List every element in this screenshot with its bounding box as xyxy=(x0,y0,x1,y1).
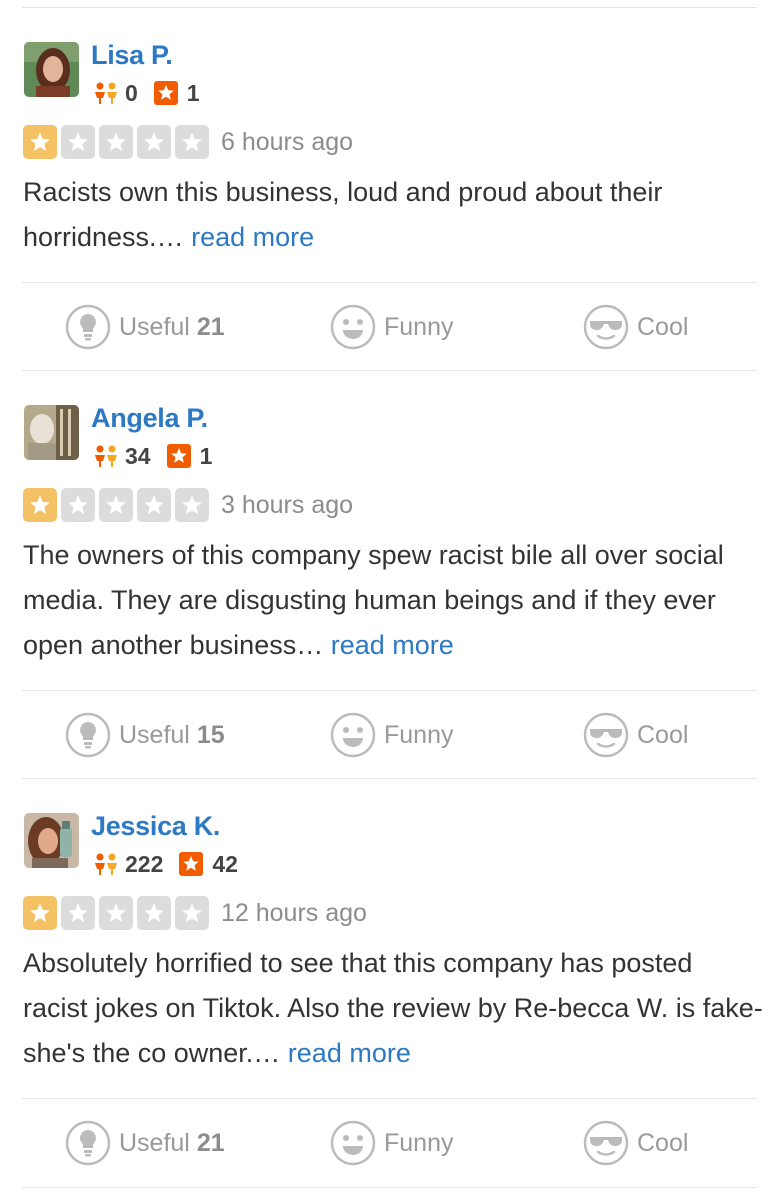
star-empty-icon xyxy=(61,488,95,522)
star-rating: 6 hours ago xyxy=(23,125,353,159)
star-empty-icon xyxy=(175,488,209,522)
friends-icon xyxy=(95,82,117,104)
friends-icon xyxy=(95,445,117,467)
star-empty-icon xyxy=(175,896,209,930)
cool-label: Cool xyxy=(637,312,689,341)
top-divider xyxy=(22,7,757,8)
divider xyxy=(22,778,757,779)
star-empty-icon xyxy=(99,488,133,522)
star-filled-icon xyxy=(23,488,57,522)
lightbulb-icon xyxy=(65,304,111,350)
divider xyxy=(22,282,757,283)
useful-button[interactable]: Useful 21 xyxy=(65,303,225,351)
useful-label: Useful xyxy=(119,720,190,749)
review-star-icon xyxy=(166,444,191,468)
review-date: 6 hours ago xyxy=(221,127,354,156)
smiley-icon xyxy=(330,304,376,350)
divider xyxy=(22,690,757,691)
divider xyxy=(22,1098,757,1099)
useful-count: 21 xyxy=(196,1128,225,1157)
avatar[interactable] xyxy=(24,813,79,868)
useful-count: 21 xyxy=(196,312,225,341)
cool-label: Cool xyxy=(637,1128,689,1157)
funny-button[interactable]: Funny xyxy=(330,711,453,759)
avatar[interactable] xyxy=(24,42,79,97)
review-count: 1 xyxy=(186,79,200,106)
review-date: 12 hours ago xyxy=(221,898,367,927)
useful-button[interactable]: Useful 21 xyxy=(65,1119,225,1167)
review-star-icon xyxy=(153,81,178,105)
useful-button[interactable]: Useful 15 xyxy=(65,711,225,759)
avatar[interactable] xyxy=(24,405,79,460)
divider xyxy=(22,370,757,371)
star-empty-icon xyxy=(137,125,171,159)
review-text: Racists own this business, loud and prou… xyxy=(23,170,763,260)
star-rating: 3 hours ago xyxy=(23,488,353,522)
star-empty-icon xyxy=(137,896,171,930)
star-filled-icon xyxy=(23,896,57,930)
star-empty-icon xyxy=(99,896,133,930)
read-more-link[interactable]: read more xyxy=(288,1038,411,1068)
review-star-icon xyxy=(179,852,204,876)
cool-label: Cool xyxy=(637,720,689,749)
friends-icon xyxy=(95,853,117,875)
review-text: Absolutely horrified to see that this co… xyxy=(23,941,763,1076)
friends-count: 0 xyxy=(125,79,138,106)
review-body: Racists own this business, loud and prou… xyxy=(23,177,663,252)
funny-button[interactable]: Funny xyxy=(330,1119,453,1167)
review-count: 1 xyxy=(199,442,213,469)
user-name[interactable]: Jessica K. xyxy=(91,811,220,841)
funny-label: Funny xyxy=(384,1128,454,1157)
funny-label: Funny xyxy=(384,720,454,749)
cool-button[interactable]: Cool xyxy=(583,1119,688,1167)
user-stats: 222 42 xyxy=(93,851,238,877)
user-stats: 0 1 xyxy=(93,80,200,106)
useful-count: 15 xyxy=(196,720,225,749)
divider xyxy=(22,1187,757,1188)
cool-button[interactable]: Cool xyxy=(583,711,688,759)
read-more-link[interactable]: read more xyxy=(191,222,314,252)
star-empty-icon xyxy=(137,488,171,522)
star-rating: 12 hours ago xyxy=(23,896,367,930)
cool-button[interactable]: Cool xyxy=(583,303,688,351)
useful-label: Useful xyxy=(119,312,190,341)
user-name[interactable]: Lisa P. xyxy=(91,40,173,70)
star-filled-icon xyxy=(23,125,57,159)
smiley-icon xyxy=(330,1120,376,1166)
friends-count: 222 xyxy=(125,850,164,877)
sunglasses-icon xyxy=(583,1120,629,1166)
lightbulb-icon xyxy=(65,712,111,758)
friends-count: 34 xyxy=(125,442,151,469)
sunglasses-icon xyxy=(583,304,629,350)
lightbulb-icon xyxy=(65,1120,111,1166)
funny-button[interactable]: Funny xyxy=(330,303,453,351)
user-stats: 34 1 xyxy=(93,443,212,469)
user-name[interactable]: Angela P. xyxy=(91,403,208,433)
review-count: 42 xyxy=(212,850,238,877)
star-empty-icon xyxy=(61,896,95,930)
useful-label: Useful xyxy=(119,1128,190,1157)
star-empty-icon xyxy=(99,125,133,159)
read-more-link[interactable]: read more xyxy=(331,630,454,660)
review-date: 3 hours ago xyxy=(221,490,354,519)
funny-label: Funny xyxy=(384,312,454,341)
smiley-icon xyxy=(330,712,376,758)
review-text: The owners of this company spew racist b… xyxy=(23,533,763,668)
star-empty-icon xyxy=(61,125,95,159)
sunglasses-icon xyxy=(583,712,629,758)
star-empty-icon xyxy=(175,125,209,159)
